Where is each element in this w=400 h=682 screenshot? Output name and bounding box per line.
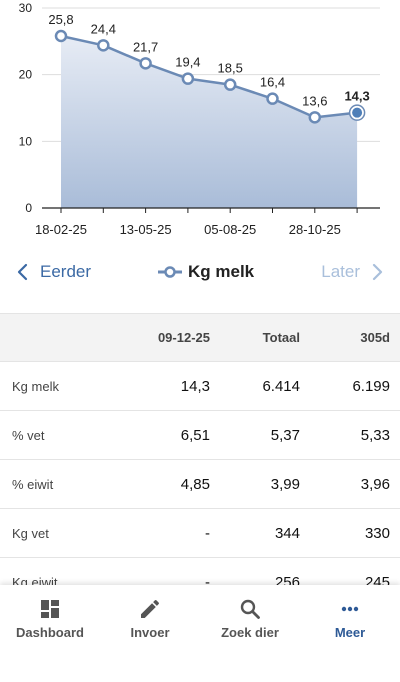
row-label: % eiwit [12, 476, 54, 492]
data-label: 21,7 [133, 39, 158, 54]
x-tick-label: 28-10-25 [289, 222, 341, 237]
table-row: Kg vet - 344 330 [0, 509, 400, 558]
table-row: % eiwit 4,85 3,99 3,96 [0, 460, 400, 509]
tab-meer[interactable]: Meer [300, 597, 400, 640]
more-icon [341, 606, 359, 612]
chart-navigation: Eerder Kg melk Later [0, 258, 400, 290]
previous-button[interactable]: Eerder [14, 262, 91, 282]
table-row: % vet 6,51 5,37 5,33 [0, 411, 400, 460]
tab-label: Zoek dier [221, 625, 279, 640]
data-label: 13,6 [302, 93, 327, 108]
row-label: Kg vet [12, 525, 49, 541]
cell-305d: 5,33 [360, 426, 390, 444]
table-row: Kg melk 14,3 6.414 6.199 [0, 362, 400, 411]
data-point [139, 57, 152, 70]
data-label: 14,3 [344, 89, 369, 104]
cell-date: - [205, 524, 210, 542]
cell-total: 6.414 [262, 377, 300, 395]
bottom-tab-bar: Dashboard Invoer Zoek dier Meer [0, 585, 400, 682]
y-tick-label: 10 [19, 134, 33, 148]
chevron-left-icon [17, 263, 28, 281]
header-305d: 305d [360, 330, 390, 345]
data-point [54, 29, 68, 43]
header-date: 09-12-25 [157, 330, 210, 345]
tab-label: Meer [334, 625, 366, 640]
x-tick-label: 13-05-25 [120, 222, 172, 237]
cell-305d: 3,96 [360, 475, 390, 493]
cell-total: 5,37 [270, 426, 300, 444]
row-label: % vet [12, 427, 45, 443]
search-icon [240, 599, 260, 619]
x-tick-label: 05-08-25 [204, 222, 256, 237]
row-label: Kg melk [12, 378, 59, 394]
next-label: Later [321, 262, 360, 281]
cell-date: 6,51 [180, 426, 210, 444]
milk-chart: 0 10 20 30 18-02-25 13-05-25 05-08-25 28-10-25 2… [19, 1, 380, 237]
data-point [97, 39, 110, 52]
previous-label: Eerder [40, 262, 92, 281]
cell-date: 4,85 [180, 475, 210, 493]
data-label: 16,4 [260, 75, 285, 90]
y-tick-label: 30 [19, 1, 33, 15]
data-label: 24,4 [91, 21, 116, 36]
dashboard-icon [41, 600, 59, 618]
pencil-icon [141, 599, 159, 618]
tab-dashboard[interactable]: Dashboard [0, 597, 100, 640]
header-total: Totaal [262, 330, 300, 345]
data-point [308, 111, 322, 124]
cell-date: 14,3 [180, 377, 210, 395]
tab-zoek-dier[interactable]: Zoek dier [200, 597, 300, 640]
y-tick-label: 0 [25, 201, 32, 215]
cell-total: 3,99 [270, 475, 300, 493]
data-label: 19,4 [175, 55, 200, 70]
data-point [181, 72, 195, 85]
data-point [223, 78, 237, 91]
chevron-right-icon [372, 263, 383, 281]
data-label: 18,5 [218, 61, 243, 76]
y-tick-label: 20 [19, 68, 33, 82]
tab-invoer[interactable]: Invoer [100, 597, 200, 640]
tab-label: Invoer [130, 625, 170, 640]
cell-total: 344 [274, 524, 300, 542]
x-tick-label: 18-02-25 [35, 222, 87, 237]
table-header: 09-12-25 Totaal 305d [0, 313, 400, 362]
chart-legend[interactable]: Kg melk [158, 262, 254, 282]
data-point [266, 92, 279, 105]
next-button[interactable]: Later [321, 262, 386, 282]
legend-label: Kg melk [188, 262, 255, 281]
cell-305d: 6.199 [352, 377, 390, 395]
line-marker-icon [158, 266, 182, 278]
cell-305d: 330 [364, 524, 390, 542]
milk-table: 09-12-25 Totaal 305d Kg melk 14,3 6.414 … [0, 313, 400, 607]
data-label: 25,8 [48, 12, 73, 27]
app-screen: 0 10 20 30 18-02-25 13-05-25 05-08-25 28-10-25 2… [0, 0, 400, 682]
data-point [350, 105, 365, 120]
tab-label: Dashboard [16, 625, 84, 640]
